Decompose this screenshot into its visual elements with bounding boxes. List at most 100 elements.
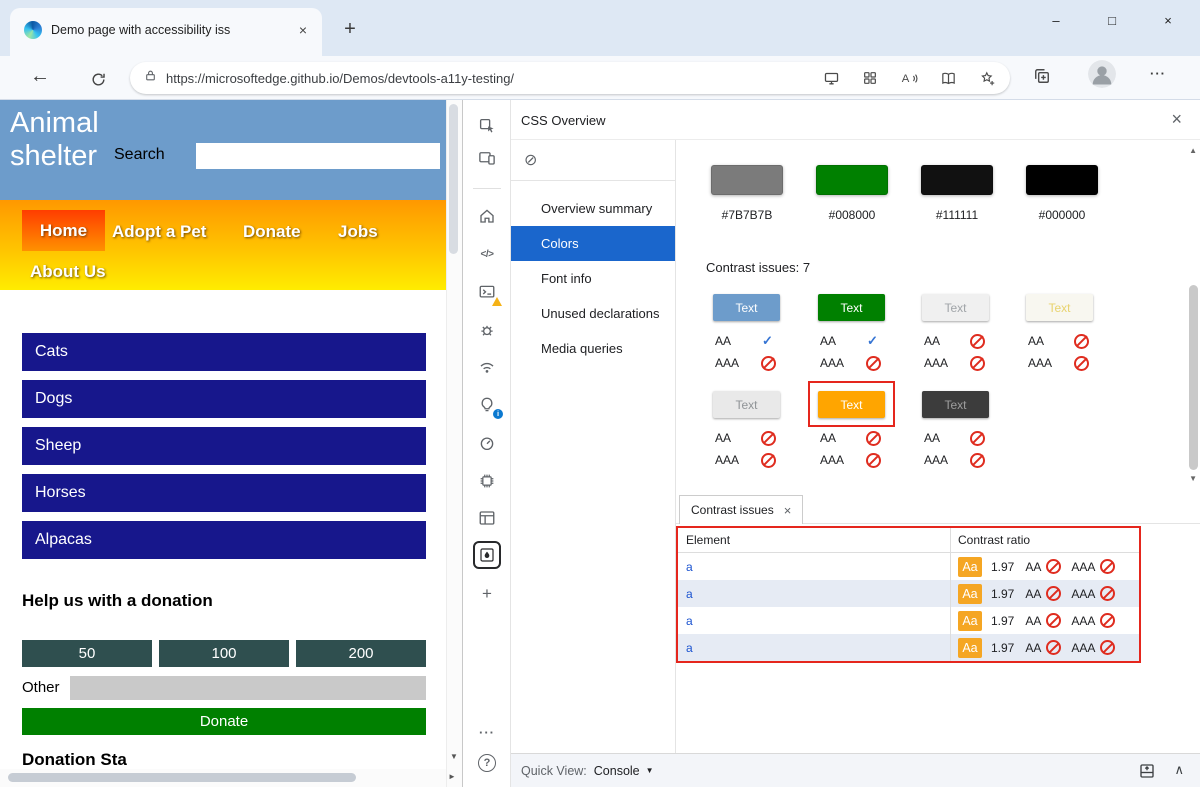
contrast-tile-group: Text AA AAA: [713, 294, 780, 374]
category-link-alpacas[interactable]: Alpacas: [22, 521, 426, 559]
color-swatch[interactable]: [816, 165, 888, 195]
application-icon[interactable]: [477, 508, 497, 528]
aaa-label: AAA: [715, 453, 739, 467]
network-icon[interactable]: [477, 358, 497, 378]
css-overview-icon[interactable]: [473, 541, 501, 569]
aaa-status-icon: [1074, 356, 1089, 371]
search-input[interactable]: [196, 143, 440, 169]
tab-close-icon[interactable]: ×: [294, 22, 312, 38]
nav-item-jobs[interactable]: Jobs: [338, 222, 378, 242]
nav-item-adopt[interactable]: Adopt a Pet: [112, 222, 206, 242]
scroll-down-arrow[interactable]: ▼: [446, 752, 462, 761]
sidebar-item-media-queries[interactable]: Media queries: [511, 331, 675, 366]
sidebar-item-unused-declarations[interactable]: Unused declarations: [511, 296, 675, 331]
devtools-close-icon[interactable]: ×: [1171, 109, 1182, 130]
contrast-sample[interactable]: Text: [1026, 294, 1093, 321]
scroll-up-arrow[interactable]: ▲: [1189, 146, 1197, 155]
sidebar-item-overview-summary[interactable]: Overview summary: [511, 191, 675, 226]
color-swatch[interactable]: [921, 165, 993, 195]
back-button[interactable]: ←: [27, 63, 53, 89]
sidebar-item-colors[interactable]: Colors: [511, 226, 675, 261]
settings-more-icon[interactable]: ···: [1150, 66, 1166, 81]
color-swatch[interactable]: [711, 165, 783, 195]
apps-grid-icon[interactable]: [855, 65, 885, 91]
table-row[interactable]: a Aa 1.97 AA AAA: [678, 634, 1139, 661]
url-text[interactable]: https://microsoftedge.github.io/Demos/de…: [166, 71, 807, 86]
new-tab-button[interactable]: +: [338, 17, 362, 41]
element-link[interactable]: a: [686, 614, 693, 628]
help-icon[interactable]: ?: [478, 754, 496, 772]
quick-view-select[interactable]: Console: [594, 764, 640, 778]
performance-icon[interactable]: [477, 433, 497, 453]
other-amount-input[interactable]: [70, 676, 426, 700]
vertical-scrollbar-thumb[interactable]: [449, 104, 458, 254]
donate-button[interactable]: Donate: [22, 708, 426, 735]
table-row[interactable]: a Aa 1.97 AA AAA: [678, 607, 1139, 634]
info-badge-icon: i: [493, 409, 503, 419]
column-header-element[interactable]: Element: [678, 528, 951, 552]
send-to-devices-icon[interactable]: [816, 65, 846, 91]
close-window-button[interactable]: ×: [1140, 0, 1196, 40]
contrast-sample[interactable]: Text: [922, 391, 989, 418]
title-bar: Demo page with accessibility iss × + – □…: [0, 0, 1200, 56]
aaa-label: AAA: [1071, 614, 1095, 628]
expand-drawer-icon[interactable]: ∧: [1174, 762, 1184, 778]
collections-icon[interactable]: [1032, 66, 1056, 90]
amount-button-200[interactable]: 200: [296, 640, 426, 667]
lock-icon[interactable]: [144, 69, 157, 87]
issues-icon[interactable]: [477, 320, 497, 340]
category-link-dogs[interactable]: Dogs: [22, 380, 426, 418]
element-link[interactable]: a: [686, 587, 693, 601]
contrast-sample[interactable]: Text: [818, 294, 885, 321]
add-tools-icon[interactable]: +: [477, 584, 497, 604]
contrast-sample[interactable]: Text: [922, 294, 989, 321]
svg-text:A: A: [901, 73, 909, 85]
element-link[interactable]: a: [686, 641, 693, 655]
welcome-home-icon[interactable]: [477, 206, 497, 226]
refresh-button[interactable]: [85, 66, 111, 92]
scroll-down-arrow[interactable]: ▼: [1189, 474, 1197, 483]
read-aloud-icon[interactable]: A: [894, 65, 924, 91]
aa-label: AA: [1025, 614, 1041, 628]
maximize-button[interactable]: □: [1084, 0, 1140, 40]
category-link-sheep[interactable]: Sheep: [22, 427, 426, 465]
aaa-status-icon: [866, 453, 881, 468]
device-toolbar-icon[interactable]: [477, 148, 497, 168]
table-row[interactable]: a Aa 1.97 AA AAA: [678, 553, 1139, 580]
inspect-icon[interactable]: [477, 116, 497, 136]
table-row[interactable]: a Aa 1.97 AA AAA: [678, 580, 1139, 607]
immersive-reader-icon[interactable]: [933, 65, 963, 91]
console-icon[interactable]: [477, 282, 497, 302]
address-bar[interactable]: https://microsoftedge.github.io/Demos/de…: [130, 62, 1010, 94]
sidebar-item-font-info[interactable]: Font info: [511, 261, 675, 296]
aaa-label: AAA: [924, 453, 948, 467]
dock-drawer-icon[interactable]: [1138, 762, 1156, 780]
category-link-horses[interactable]: Horses: [22, 474, 426, 512]
minimize-button[interactable]: –: [1028, 0, 1084, 40]
more-options-icon[interactable]: ···: [477, 722, 497, 742]
category-link-cats[interactable]: Cats: [22, 333, 426, 371]
scroll-right-arrow[interactable]: ►: [448, 772, 456, 781]
nav-item-about[interactable]: About Us: [30, 262, 106, 282]
amount-button-50[interactable]: 50: [22, 640, 152, 667]
search-label: Search: [114, 146, 165, 164]
devtools-scrollbar-thumb[interactable]: [1189, 285, 1198, 470]
contrast-sample[interactable]: Text: [713, 391, 780, 418]
profile-avatar[interactable]: [1088, 60, 1116, 88]
tab-close-icon[interactable]: ×: [784, 503, 792, 518]
column-header-contrast-ratio[interactable]: Contrast ratio: [951, 528, 1139, 552]
horizontal-scrollbar-thumb[interactable]: [8, 773, 356, 782]
browser-tab[interactable]: Demo page with accessibility iss ×: [10, 8, 322, 56]
memory-icon[interactable]: [477, 471, 497, 491]
tab-contrast-issues[interactable]: Contrast issues ×: [679, 495, 803, 524]
contrast-sample[interactable]: Text: [713, 294, 780, 321]
color-swatch[interactable]: [1026, 165, 1098, 195]
elements-icon[interactable]: </>: [477, 244, 497, 264]
clear-overview-icon[interactable]: ⊘: [524, 150, 537, 170]
nav-item-donate[interactable]: Donate: [243, 222, 301, 242]
nav-item-home[interactable]: Home: [22, 210, 105, 251]
amount-button-100[interactable]: 100: [159, 640, 289, 667]
element-link[interactable]: a: [686, 560, 693, 574]
hints-lightbulb-icon[interactable]: i: [477, 395, 497, 415]
add-favorite-icon[interactable]: [972, 65, 1002, 91]
